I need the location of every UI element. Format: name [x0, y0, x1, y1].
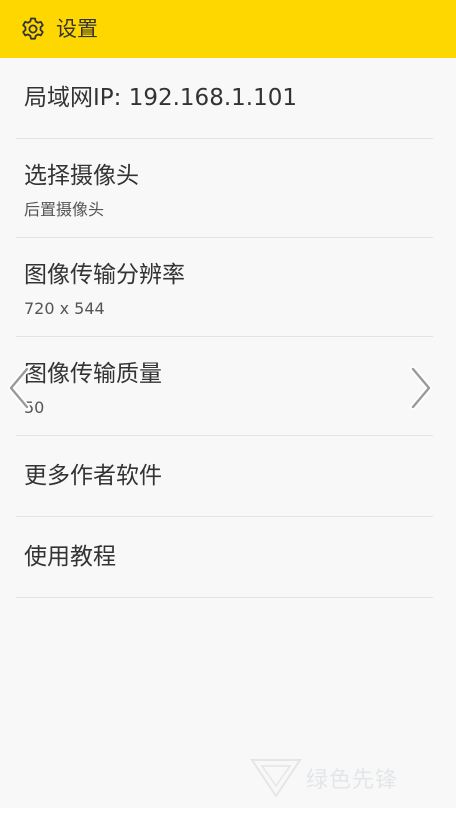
- resolution-item[interactable]: 图像传输分辨率 720 x 544: [16, 238, 433, 337]
- page-title: 设置: [56, 16, 98, 41]
- quality-label: 图像传输质量: [24, 361, 162, 387]
- resolution-value: 720 x 544: [24, 299, 105, 318]
- app-bar: 设置: [0, 0, 456, 58]
- chevron-right-icon[interactable]: [408, 366, 434, 410]
- tutorial-label: 使用教程: [24, 544, 116, 570]
- watermark-logo-icon: [250, 759, 302, 798]
- more-apps-item[interactable]: 更多作者软件: [16, 436, 433, 517]
- chevron-left-icon[interactable]: [6, 366, 32, 410]
- gear-icon: [20, 16, 46, 42]
- lan-ip-item: 局域网IP: 192.168.1.101: [16, 58, 433, 139]
- more-apps-label: 更多作者软件: [24, 463, 162, 489]
- select-camera-item[interactable]: 选择摄像头 后置摄像头: [16, 139, 433, 238]
- lan-ip-label: 局域网IP: 192.168.1.101: [24, 85, 297, 111]
- settings-list: 局域网IP: 192.168.1.101 选择摄像头 后置摄像头 图像传输分辨率…: [0, 58, 456, 598]
- select-camera-label: 选择摄像头: [24, 163, 139, 189]
- watermark-text: 绿色先锋: [306, 768, 399, 793]
- bottom-edge: [0, 808, 456, 813]
- tutorial-item[interactable]: 使用教程: [16, 517, 433, 598]
- quality-item[interactable]: 图像传输质量 50: [16, 337, 433, 436]
- select-camera-value: 后置摄像头: [24, 200, 105, 219]
- settings-screen: 设置 局域网IP: 192.168.1.101 选择摄像头 后置摄像头 图像传输…: [0, 0, 456, 813]
- resolution-label: 图像传输分辨率: [24, 262, 185, 288]
- watermark: 绿色先锋: [248, 752, 448, 802]
